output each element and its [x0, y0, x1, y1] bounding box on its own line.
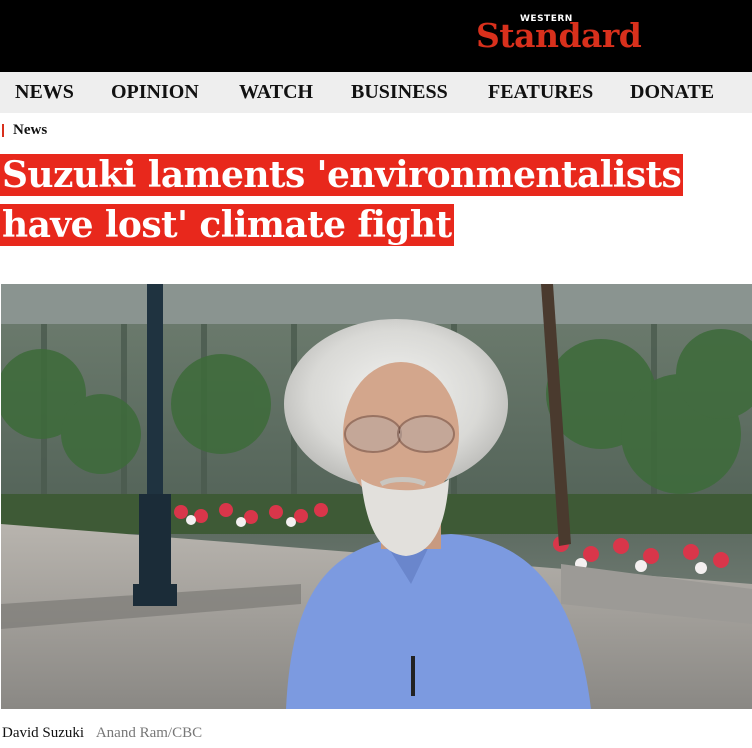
headline-line-1: Suzuki laments 'environmentalists — [0, 154, 684, 196]
site-header: WESTERN Standard — [0, 0, 752, 72]
article-headline: Suzuki laments 'environmentalists have l… — [0, 150, 752, 250]
caption-credit: Anand Ram/CBC — [95, 725, 203, 741]
nav-item-donate[interactable]: DONATE — [630, 81, 714, 104]
photo-illustration — [1, 284, 752, 709]
nav-item-features[interactable]: FEATURES — [488, 81, 593, 104]
nav-item-news[interactable]: NEWS — [15, 81, 74, 104]
section-tag-marker — [2, 124, 4, 137]
nav-item-business[interactable]: BUSINESS — [351, 81, 448, 104]
nav-item-watch[interactable]: WATCH — [239, 81, 313, 104]
section-tag[interactable]: News — [2, 122, 47, 139]
logo-standard-text: Standard — [476, 16, 642, 55]
photo-caption: David Suzuki Anand Ram/CBC — [2, 725, 202, 742]
headline-line-2: have lost' climate fight — [0, 204, 454, 246]
caption-text: David Suzuki — [2, 725, 85, 741]
article-photo — [1, 284, 752, 709]
section-tag-label: News — [13, 122, 48, 138]
nav-item-opinion[interactable]: OPINION — [111, 81, 199, 104]
main-nav: NEWS OPINION WATCH BUSINESS FEATURES DON… — [0, 72, 752, 113]
site-logo[interactable]: WESTERN Standard — [476, 12, 672, 58]
